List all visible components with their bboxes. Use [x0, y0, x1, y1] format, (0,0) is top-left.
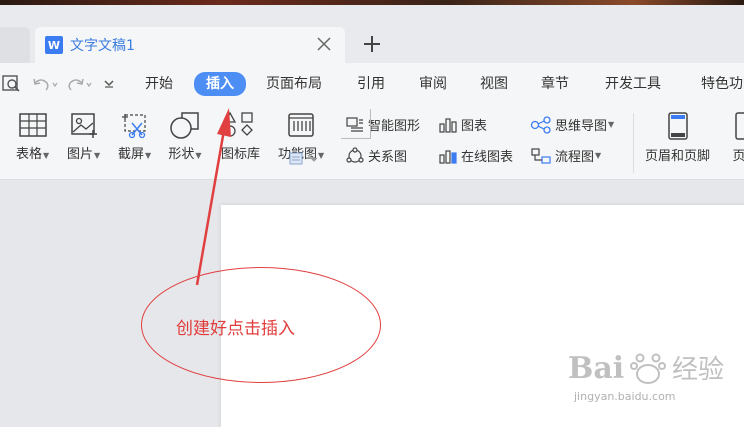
ribbon-separator: [633, 113, 634, 173]
tab-review[interactable]: 审阅: [419, 73, 447, 95]
page-number-icon: [735, 112, 744, 140]
relation-chart-icon: [346, 146, 364, 163]
tab-references[interactable]: 引用: [357, 73, 385, 95]
margin-corner-mark: [341, 109, 371, 139]
page-number-button[interactable]: 页: [732, 111, 744, 164]
tab-view[interactable]: 视图: [480, 73, 508, 95]
flowchart-label: 流程图: [555, 150, 595, 165]
table-button[interactable]: 表格▼: [16, 111, 49, 162]
mind-map-icon: [530, 115, 551, 134]
wps-writer-icon: W: [45, 36, 63, 54]
tab-insert[interactable]: 插入: [194, 72, 246, 96]
header-footer-label: 页眉和页脚: [645, 149, 711, 164]
previous-tab-stub[interactable]: [0, 27, 30, 63]
close-icon[interactable]: [315, 35, 333, 53]
mind-map-label: 思维导图: [555, 119, 608, 134]
quick-access-dropdown-icon[interactable]: [102, 75, 116, 93]
tab-start[interactable]: 开始: [145, 73, 173, 95]
relation-chart-label: 关系图: [368, 150, 408, 165]
flowchart-button[interactable]: 流程图 ▼: [530, 146, 601, 165]
table-label: 表格: [16, 147, 43, 162]
insert-ribbon: 表格▼ 图片▼ 截屏▼ 形状▼ 图标库 ▼ 智能图形 图表 思维导图 ▼ 关系图…: [0, 103, 744, 180]
mind-map-button[interactable]: 思维导图 ▼: [530, 115, 614, 134]
tab-bar: W 文字文稿1: [0, 5, 744, 63]
icon-library-icon: [223, 111, 253, 137]
relation-chart-button[interactable]: 关系图: [345, 146, 407, 165]
icon-library-button[interactable]: 图标库: [221, 111, 260, 162]
shape-label: 形状: [168, 147, 195, 162]
document-tab[interactable]: W 文字文稿1: [35, 27, 345, 63]
screenshot-button[interactable]: 截屏▼: [118, 111, 151, 162]
chart-label: 图表: [461, 119, 488, 134]
tab-special-features[interactable]: 特色功: [701, 73, 743, 95]
baidu-jingyan-logo: Bai 经验: [568, 351, 724, 386]
icon-library-label: 图标库: [221, 147, 261, 162]
menu-bar: 开始 插入 页面布局 引用 审阅 视图 章节 开发工具 特色功: [0, 63, 744, 103]
document-tab-title: 文字文稿1: [70, 38, 135, 54]
picture-icon: [70, 113, 97, 138]
chart-button[interactable]: 图表: [438, 115, 487, 134]
tab-chapter[interactable]: 章节: [541, 73, 569, 95]
screenshot-scissors-icon: [121, 114, 146, 139]
undo-icon[interactable]: [31, 75, 59, 93]
online-chart-button[interactable]: 在线图表: [438, 146, 513, 165]
annotation-text: 创建好点击插入: [176, 319, 295, 339]
svg-text:经验: 经验: [672, 355, 724, 385]
picture-button[interactable]: 图片▼: [67, 111, 100, 162]
svg-text:Bai: Bai: [568, 351, 624, 386]
shape-button[interactable]: 形状▼: [168, 111, 202, 162]
plus-icon[interactable]: [360, 32, 384, 56]
function-chart-icon: [288, 113, 314, 137]
tab-developer-tools[interactable]: 开发工具: [605, 73, 661, 95]
header-footer-button[interactable]: 页眉和页脚: [645, 111, 710, 164]
tab-page-layout[interactable]: 页面布局: [266, 73, 322, 95]
flowchart-icon: [531, 147, 551, 164]
table-icon: [18, 113, 47, 137]
screenshot-label: 截屏: [118, 147, 145, 162]
paste-options-icon[interactable]: [289, 152, 317, 166]
shape-icon: [170, 112, 199, 139]
page-number-label: 页: [732, 149, 744, 164]
online-chart-label: 在线图表: [461, 150, 514, 165]
print-preview-icon[interactable]: [2, 75, 22, 93]
watermark-url: jingyan.baidu.com: [574, 390, 676, 403]
header-footer-icon: [667, 112, 688, 140]
online-chart-icon: [439, 149, 457, 164]
picture-label: 图片: [67, 147, 94, 162]
redo-icon[interactable]: [66, 75, 94, 93]
baidu-watermark: Bai 经验 jingyan.baidu.com: [566, 346, 736, 403]
chart-icon: [439, 117, 457, 133]
smart-art-label: 智能图形: [368, 119, 421, 134]
